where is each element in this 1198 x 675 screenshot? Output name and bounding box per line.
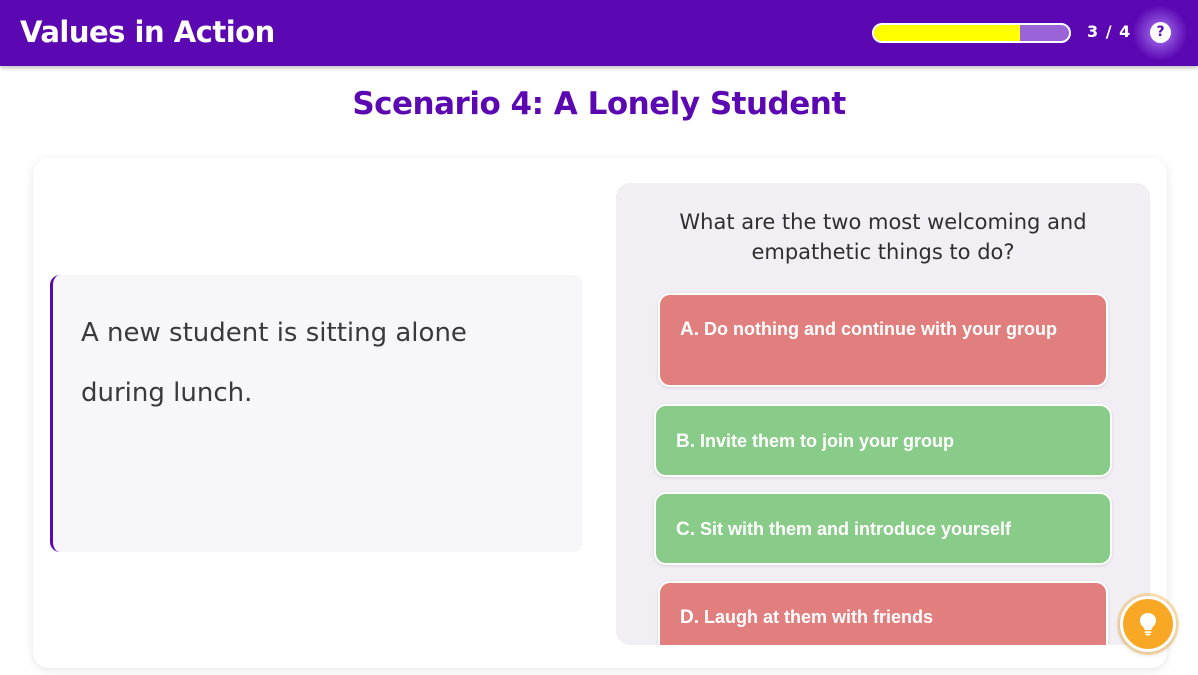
option-text: Invite them to join your group	[700, 431, 955, 451]
app-title: Values in Action	[20, 15, 275, 49]
lightbulb-icon	[1140, 613, 1156, 636]
question-panel: What are the two most welcoming and empa…	[616, 183, 1150, 645]
answer-option-a[interactable]: A. Do nothing and continue with your gro…	[658, 293, 1108, 387]
progress-bar-fill	[874, 25, 1021, 41]
progress-count: 3 / 4	[1087, 22, 1132, 41]
option-text: Laugh at them with friends	[704, 607, 934, 627]
option-letter: A.	[680, 319, 699, 340]
scenario-title: Scenario 4: A Lonely Student	[352, 86, 846, 122]
scenario-description: A new student is sitting alone during lu…	[81, 318, 467, 408]
option-letter: B.	[676, 431, 695, 452]
option-text: Sit with them and introduce yourself	[700, 519, 1012, 539]
option-letter: D.	[680, 607, 699, 628]
help-icon[interactable]: ?	[1150, 22, 1171, 43]
hint-button[interactable]	[1120, 596, 1176, 652]
option-text: Do nothing and continue with your group	[704, 319, 1057, 339]
answer-option-d[interactable]: D. Laugh at them with friends	[658, 581, 1108, 645]
answer-option-c[interactable]: C. Sit with them and introduce yourself	[654, 492, 1112, 565]
scenario-description-box: A new student is sitting alone during lu…	[50, 275, 583, 552]
answer-option-b[interactable]: B. Invite them to join your group	[654, 404, 1112, 477]
progress-bar	[872, 23, 1071, 43]
question-prompt: What are the two most welcoming and empa…	[679, 210, 1087, 264]
option-letter: C.	[676, 519, 695, 540]
top-bar: Values in Action 3 / 4 ?	[0, 0, 1198, 66]
